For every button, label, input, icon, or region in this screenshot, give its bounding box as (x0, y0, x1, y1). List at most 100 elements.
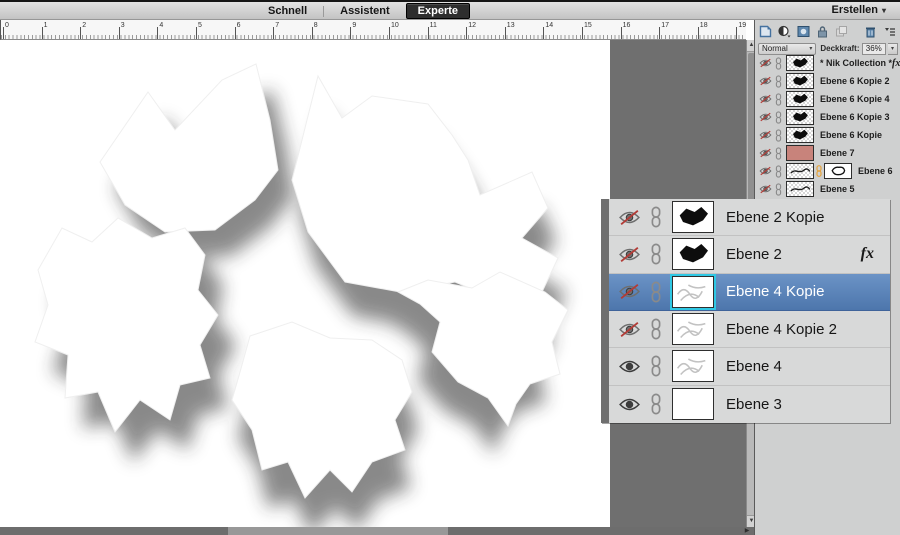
layer-name: Ebene 6 (858, 166, 893, 176)
opacity-value: 36% (866, 44, 882, 53)
layer-thumbnail[interactable] (672, 388, 714, 420)
duplicate-layer-icon[interactable] (835, 25, 848, 38)
ruler-number: 4 (159, 22, 163, 29)
layer-row[interactable]: Ebene 5 (755, 180, 900, 198)
adjustment-layer-icon[interactable] (778, 25, 791, 38)
layer-thumbnail[interactable] (786, 73, 814, 89)
visibility-toggle-eye-icon[interactable] (618, 321, 641, 338)
ruler-number: 2 (82, 22, 86, 29)
tab-schnell[interactable]: Schnell (262, 4, 313, 18)
layer-name: * Nik Collection * (820, 58, 892, 68)
link-icon[interactable] (650, 393, 662, 415)
visibility-toggle-eye-icon[interactable] (759, 112, 772, 122)
layer-thumbnail[interactable] (672, 238, 714, 270)
link-icon[interactable] (650, 355, 662, 377)
fx-badge[interactable]: fx (861, 245, 874, 263)
new-layer-icon[interactable] (759, 25, 772, 38)
layer-thumbnail[interactable] (786, 109, 814, 125)
chevron-down-icon: ▾ (809, 45, 812, 52)
mask-thumbnail-group (814, 163, 852, 179)
link-icon[interactable] (650, 281, 662, 303)
tab-separator (323, 6, 324, 17)
visibility-toggle-eye-icon[interactable] (618, 246, 641, 263)
layer-row[interactable]: Ebene 4 (609, 348, 890, 385)
tab-assistent[interactable]: Assistent (334, 4, 396, 18)
layer-thumbnail[interactable] (672, 276, 714, 308)
link-icon[interactable] (775, 57, 782, 70)
visibility-toggle-eye-icon[interactable] (759, 94, 772, 104)
visibility-toggle-eye-icon[interactable] (618, 209, 641, 226)
create-menu-button[interactable]: Erstellen ▾ (832, 4, 886, 16)
link-icon[interactable] (775, 183, 782, 196)
layer-name: Ebene 2 Kopie (726, 209, 824, 226)
layer-row[interactable]: Ebene 6 Kopie 4 (755, 90, 900, 108)
layer-row[interactable]: Ebene 2 fx (609, 236, 890, 273)
layers-panel-magnified: Ebene 2 Kopie Ebene 2 fx (601, 199, 890, 423)
link-icon[interactable] (650, 243, 662, 265)
link-icon[interactable] (775, 129, 782, 142)
layer-thumbnail[interactable] (786, 127, 814, 143)
link-icon[interactable] (775, 111, 782, 124)
magnified-layers-list: Ebene 2 Kopie Ebene 2 fx (609, 199, 890, 423)
blend-mode-select[interactable]: Normal ▾ (758, 43, 816, 55)
layer-thumbnail[interactable] (672, 313, 714, 345)
layer-row[interactable]: Ebene 3 (609, 386, 890, 423)
fx-badge[interactable]: fx (892, 58, 900, 69)
layer-mask-icon[interactable] (797, 25, 810, 38)
link-icon[interactable] (775, 165, 782, 178)
visibility-toggle-eye-icon[interactable] (759, 148, 772, 158)
link-icon[interactable] (775, 75, 782, 88)
layer-thumbnail[interactable] (786, 145, 814, 161)
layer-row[interactable]: Ebene 4 Kopie (609, 274, 890, 311)
link-icon[interactable] (650, 206, 662, 228)
layer-name: Ebene 4 (726, 358, 782, 375)
link-icon[interactable] (775, 147, 782, 160)
layer-row[interactable]: Ebene 6 Kopie 3 (755, 108, 900, 126)
visibility-toggle-eye-icon[interactable] (759, 184, 772, 194)
opacity-dropdown-button[interactable]: ▾ (888, 43, 898, 55)
scroll-right-arrow-icon[interactable]: ▶ (742, 527, 752, 535)
layer-row[interactable]: Ebene 7 (755, 144, 900, 162)
layer-row[interactable]: Ebene 4 Kopie 2 (609, 311, 890, 348)
layer-thumbnail[interactable] (786, 55, 814, 71)
document-canvas[interactable] (0, 40, 610, 527)
layer-thumbnail[interactable] (786, 163, 814, 179)
mode-tabs: Schnell Assistent Experte (262, 2, 470, 20)
panel-menu-icon[interactable] (883, 25, 896, 38)
layer-thumbnail[interactable] (672, 201, 714, 233)
layer-thumbnail[interactable] (672, 350, 714, 382)
layer-row[interactable]: Ebene 2 Kopie (609, 199, 890, 236)
layer-name: Ebene 3 (726, 396, 782, 413)
layer-row[interactable]: Ebene 6 (755, 162, 900, 180)
opacity-value-field[interactable]: 36% (862, 43, 886, 55)
layer-row[interactable]: * Nik Collection * fx (755, 54, 900, 72)
horizontal-scrollbar[interactable]: ▶ (0, 527, 754, 535)
layers-list: * Nik Collection * fx Ebene 6 Kopie 2 (755, 54, 900, 198)
layer-row[interactable]: Ebene 6 Kopie 2 (755, 72, 900, 90)
top-tab-bar: Schnell Assistent Experte Erstellen ▾ (0, 0, 900, 20)
layers-panel-toolbar (755, 20, 900, 40)
trash-icon[interactable] (864, 25, 877, 38)
mask-link-icon[interactable] (815, 165, 823, 177)
horizontal-scroll-thumb[interactable] (228, 527, 448, 535)
visibility-toggle-eye-icon[interactable] (618, 396, 641, 413)
tab-experte[interactable]: Experte (406, 3, 470, 19)
blend-mode-value: Normal (762, 44, 788, 53)
layer-thumbnail[interactable] (786, 91, 814, 107)
layer-name: Ebene 5 (820, 184, 855, 194)
visibility-toggle-eye-icon[interactable] (618, 283, 641, 300)
visibility-toggle-eye-icon[interactable] (759, 166, 772, 176)
layer-row[interactable]: Ebene 6 Kopie (755, 126, 900, 144)
lock-icon[interactable] (816, 25, 829, 38)
visibility-toggle-eye-icon[interactable] (759, 76, 772, 86)
layer-thumbnail[interactable] (786, 181, 814, 197)
link-icon[interactable] (775, 93, 782, 106)
ruler-number: 5 (198, 22, 202, 29)
layer-name: Ebene 6 Kopie (820, 130, 882, 140)
visibility-toggle-eye-icon[interactable] (759, 58, 772, 68)
visibility-toggle-eye-icon[interactable] (759, 130, 772, 140)
layer-mask-thumbnail[interactable] (824, 163, 852, 179)
visibility-toggle-eye-icon[interactable] (618, 358, 641, 375)
link-icon[interactable] (650, 318, 662, 340)
ruler-number: 3 (121, 22, 125, 29)
